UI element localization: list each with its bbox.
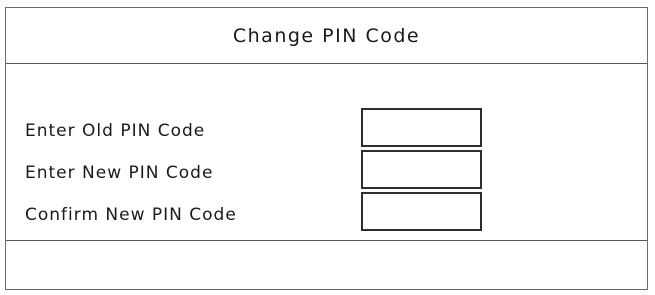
change-pin-dialog: Change PIN Code Enter Old PIN Code Enter… (5, 7, 648, 290)
footer-divider (6, 240, 647, 241)
confirm-pin-field[interactable] (361, 192, 482, 231)
dialog-title: Change PIN Code (232, 25, 421, 47)
title-divider (6, 63, 647, 64)
old-pin-field[interactable] (361, 108, 482, 147)
old-pin-label: Enter Old PIN Code (25, 121, 206, 141)
new-pin-field[interactable] (361, 150, 482, 189)
confirm-pin-label: Confirm New PIN Code (25, 205, 237, 225)
new-pin-label: Enter New PIN Code (25, 163, 214, 183)
